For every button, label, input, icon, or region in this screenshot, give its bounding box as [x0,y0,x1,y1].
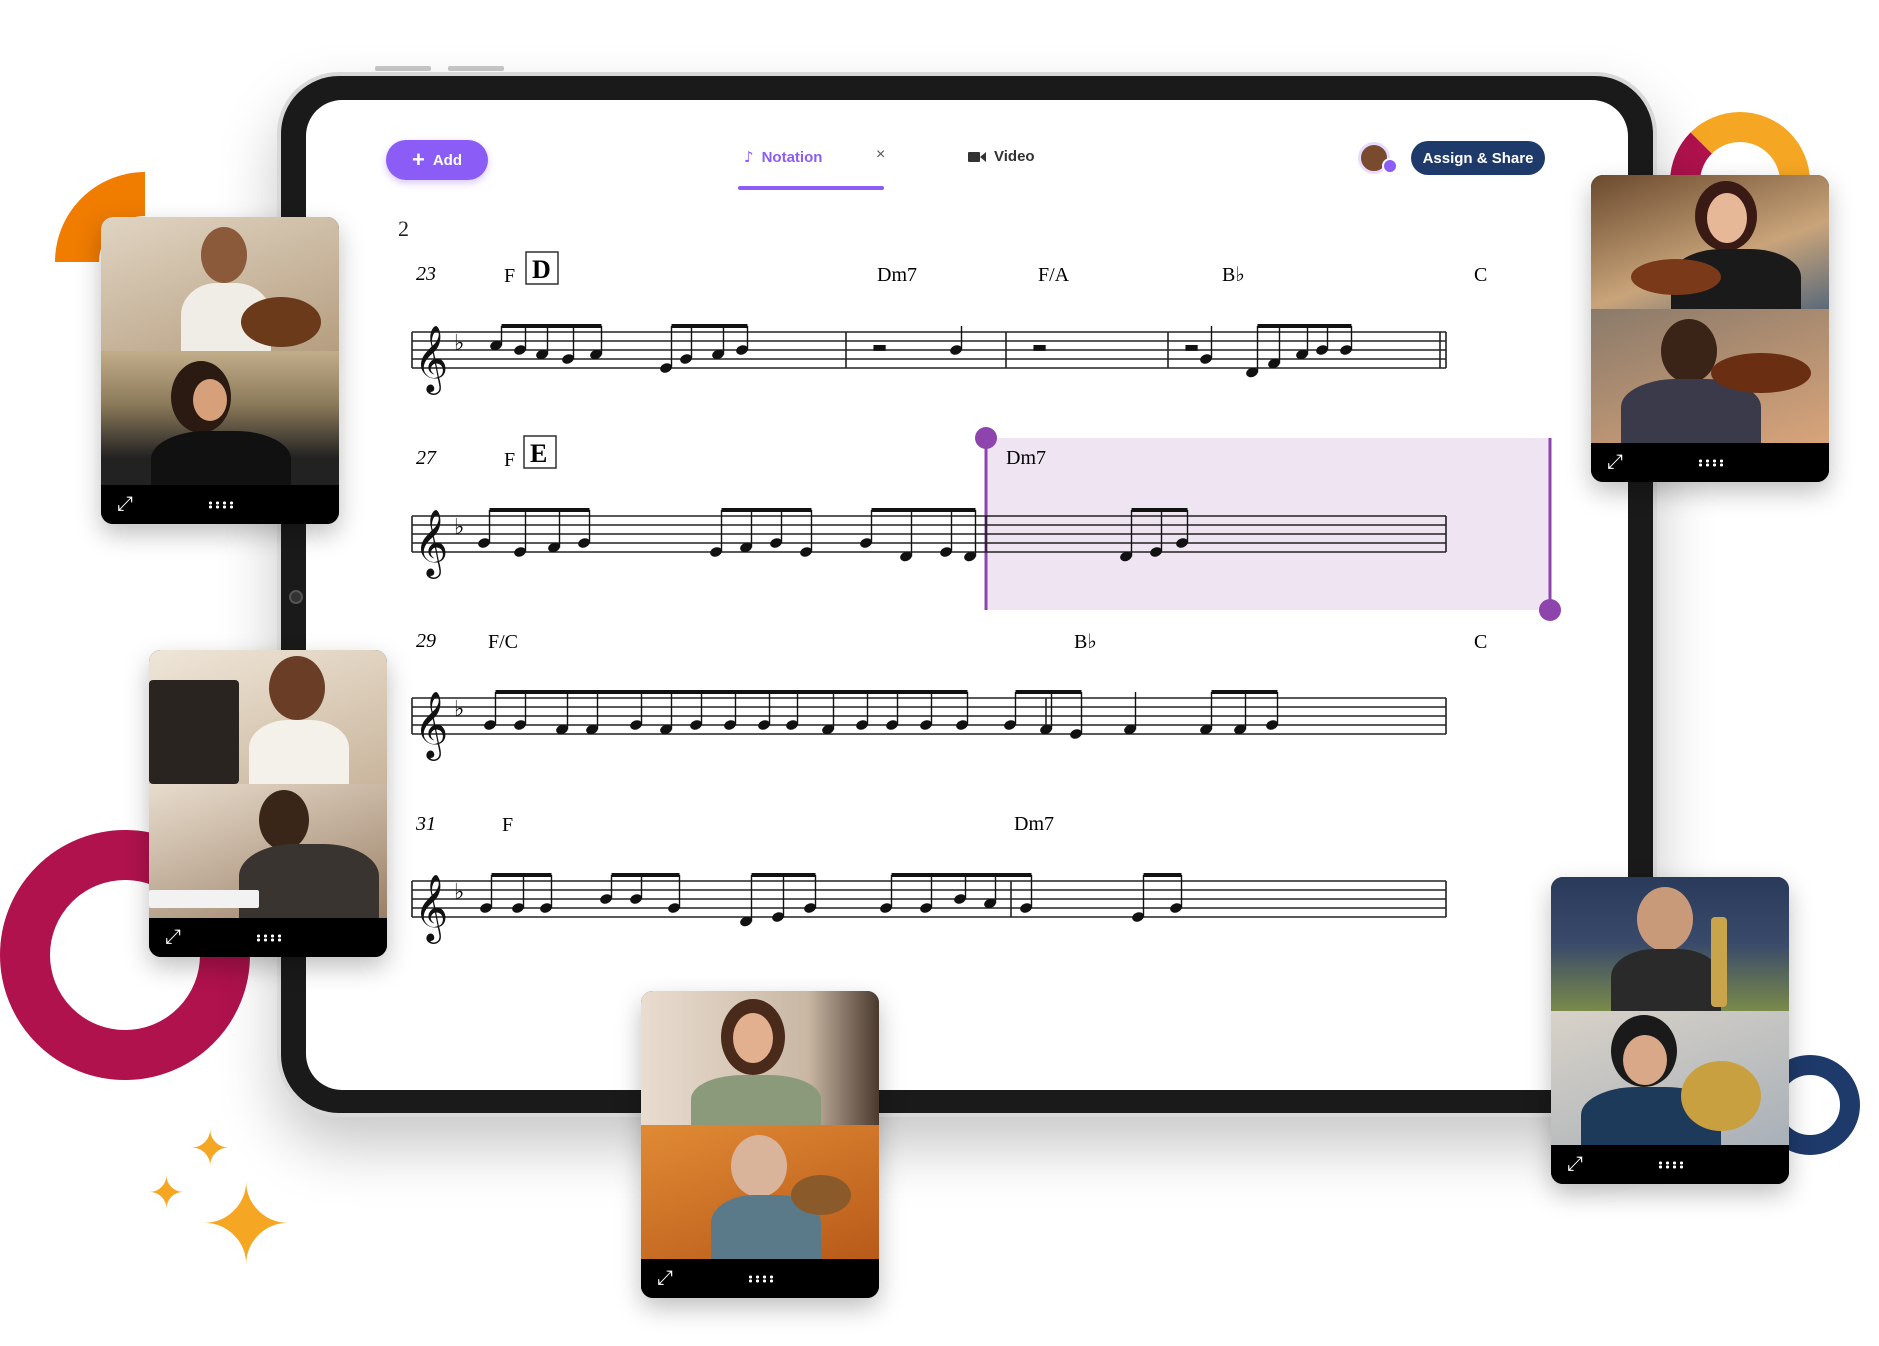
video-controls: ⤢ [149,918,387,957]
app-screen: + Add ♪ Notation × Video Assign & Share … [306,100,1628,1090]
drag-handle-icon[interactable] [1697,459,1725,467]
video-tile-teacher [641,1125,879,1259]
person-body [1611,949,1721,1011]
video-card-ukulele[interactable]: ⤢ [641,991,879,1298]
expand-icon[interactable]: ⤢ [657,1267,673,1287]
video-tile-teacher [149,784,387,918]
person-body [239,844,379,918]
selection-highlight [986,438,1550,610]
trombone-shape [1711,917,1727,1007]
drag-handle-icon[interactable] [207,501,235,509]
trombone-shape [1681,1061,1761,1131]
measure-number: 29 [416,630,436,652]
rest: ▬ [1032,337,1047,356]
guitar-shape [241,297,321,347]
key-signature-flat: ♭ [454,880,464,905]
video-controls: ⤢ [1551,1145,1789,1184]
video-tile-student [641,991,879,1125]
person-face [733,1013,773,1063]
video-card-guitar[interactable]: ⤢ [101,217,339,524]
treble-clef: 𝄞 [414,508,448,579]
video-controls: ⤢ [1591,443,1829,482]
person-head [269,656,325,720]
expand-icon[interactable]: ⤢ [1607,451,1623,471]
drag-handle-icon[interactable] [255,934,283,942]
video-tile-student [1591,309,1829,443]
person-head [1661,319,1717,383]
rest: ▬ [1184,337,1199,356]
video-tile-student [101,351,339,485]
ukulele-shape [791,1175,851,1215]
sheet-music: 𝄞 𝄞♭𝄞♭𝄞♭𝄞♭▬▬▬ 23 F D Dm7 F/A B♭ C 27 F E… [411,251,1561,944]
chord-symbol: C [1474,264,1487,286]
chord-symbol: Dm7 [877,264,917,286]
tablet-camera [289,590,303,604]
person-face [193,379,227,421]
treble-clef: 𝄞 [414,324,448,395]
person-head [201,227,247,283]
video-tile-student [1551,1011,1789,1145]
drag-handle-icon[interactable] [1657,1161,1685,1169]
expand-icon[interactable]: ⤢ [117,493,133,513]
expand-icon[interactable]: ⤢ [1567,1153,1583,1173]
selection-start-knob[interactable] [975,427,997,449]
key-signature-flat: ♭ [454,515,464,540]
chord-symbol: F/C [488,631,518,653]
piano-shape [149,680,239,784]
sparkle-icon: ✦ [148,1168,185,1219]
chord-symbol: F [504,449,515,471]
expand-icon[interactable]: ⤢ [165,926,181,946]
person-body [691,1075,821,1125]
tablet-button [375,66,431,71]
video-tile-teacher [1591,175,1829,309]
video-tile-teacher [1551,877,1789,1011]
person-head [1637,887,1693,951]
violin-shape [1711,353,1811,393]
person-body [151,431,291,485]
measure-number: 31 [415,813,436,835]
sparkle-icon: ✦ [200,1161,293,1289]
chord-symbol: B♭ [1074,631,1097,653]
drag-handle-icon[interactable] [747,1275,775,1283]
chord-symbol: F [504,265,515,287]
tablet-button [448,66,504,71]
selection-end-knob[interactable] [1539,599,1561,621]
video-controls: ⤢ [641,1259,879,1298]
rehearsal-mark: E [530,439,547,468]
video-tile-teacher [101,217,339,351]
person-body [249,720,349,784]
person-face [1623,1035,1667,1085]
video-controls: ⤢ [101,485,339,524]
person-head [731,1135,787,1197]
treble-clef: 𝄞 [414,690,448,761]
violin-shape [1631,259,1721,295]
chord-symbol: Dm7 [1014,813,1054,835]
video-card-violin[interactable]: ⤢ [1591,175,1829,482]
treble-clef: 𝄞 [414,873,448,944]
key-signature-flat: ♭ [454,331,464,356]
key-signature-flat: ♭ [454,697,464,722]
chord-symbol: B♭ [1222,264,1245,286]
person-head [259,790,309,850]
chord-symbol: Dm7 [1006,447,1046,469]
video-tile-student [149,650,387,784]
keyboard-shape [149,890,259,908]
chord-symbol: F [502,814,513,836]
chord-symbol: C [1474,631,1487,653]
video-card-trombone[interactable]: ⤢ [1551,877,1789,1184]
chord-symbol: F/A [1038,264,1070,286]
rehearsal-mark: D [532,255,551,284]
measure-number: 23 [416,263,436,285]
rest: ▬ [872,337,887,356]
video-card-piano[interactable]: ⤢ [149,650,387,957]
person-face [1707,193,1747,243]
measure-number: 27 [416,447,437,469]
